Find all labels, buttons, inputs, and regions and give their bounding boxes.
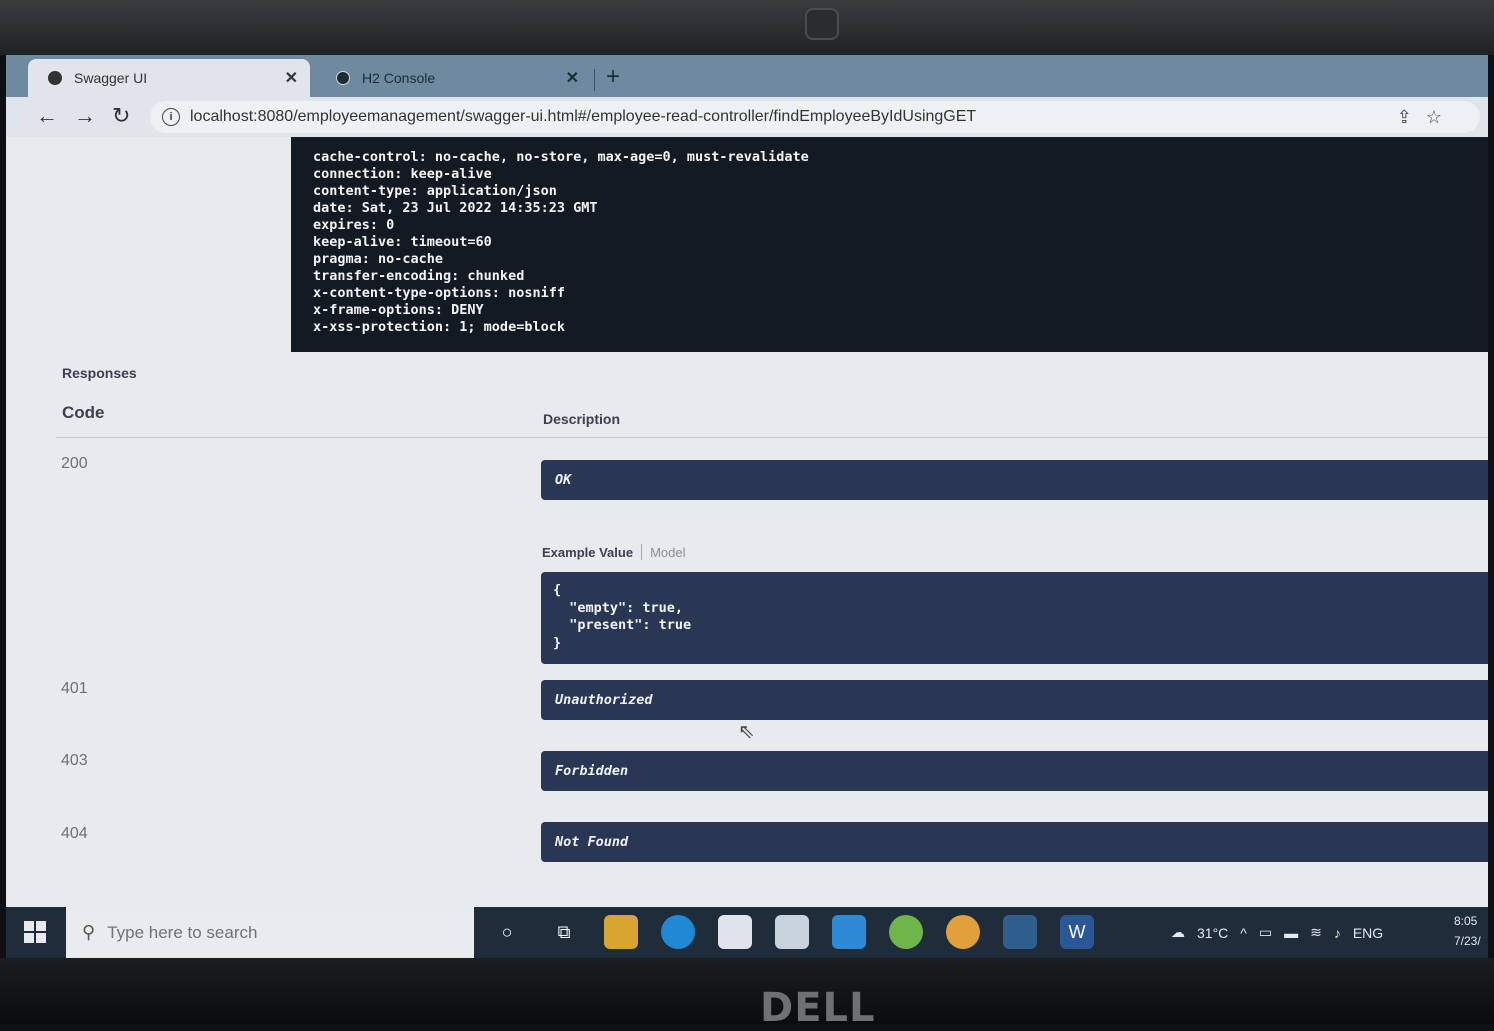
network-icon[interactable]: ▭: [1259, 924, 1272, 941]
header-line: expires: 0: [313, 217, 395, 233]
dell-logo: DELL: [760, 985, 876, 1031]
battery-icon[interactable]: ▬: [1284, 925, 1298, 941]
response-description: Unauthorized: [541, 680, 1488, 720]
tab-divider: [594, 69, 595, 91]
bookmark-star-icon[interactable]: ☆: [1426, 107, 1456, 127]
code-column-header: Code: [62, 403, 105, 422]
description-text: Forbidden: [555, 763, 629, 779]
task-view-icon[interactable]: ⧉: [547, 915, 581, 949]
site-info-icon[interactable]: i: [162, 108, 180, 126]
response-code: 404: [61, 825, 88, 842]
url-text: localhost:8080/employeemanagement/swagge…: [190, 108, 977, 125]
weather-icon[interactable]: ☁: [1171, 924, 1185, 941]
taskbar-search[interactable]: ⚲ Type here to search: [66, 907, 474, 958]
teamviewer-icon[interactable]: [832, 915, 866, 949]
header-line: transfer-encoding: chunked: [313, 268, 525, 284]
taskbar-apps: ○ ⧉ W: [490, 915, 1117, 949]
response-description: Not Found: [541, 822, 1488, 862]
screen: Swagger UI ✕ H2 Console ✕ + ← → ↻ i loca…: [6, 55, 1488, 958]
clock-time: 8:05: [1454, 914, 1478, 928]
swagger-favicon-icon: [48, 71, 62, 85]
close-tab-icon[interactable]: ✕: [285, 68, 298, 88]
header-line: x-xss-protection: 1; mode=block: [313, 319, 565, 335]
system-tray: ☁ 31°C ^ ▭ ▬ ≋ ♪ ENG: [1171, 907, 1395, 958]
tab-swagger-ui[interactable]: Swagger UI ✕: [28, 59, 310, 97]
close-tab-icon[interactable]: ✕: [566, 68, 579, 88]
volume-icon[interactable]: ♪: [1334, 925, 1341, 941]
description-column-header: Description: [543, 411, 621, 427]
share-icon[interactable]: ⇪: [1397, 107, 1426, 127]
forward-arrow-icon[interactable]: →: [74, 103, 96, 129]
address-bar[interactable]: i localhost:8080/employeemanagement/swag…: [150, 101, 1480, 133]
tab-example-value[interactable]: Example Value: [542, 545, 633, 560]
cortana-icon[interactable]: ○: [490, 915, 524, 949]
chevron-up-icon[interactable]: ^: [1240, 925, 1247, 941]
example-json: { "empty": true, "present": true }: [553, 582, 691, 652]
windows-start-icon[interactable]: [24, 921, 46, 943]
tab-h2-console[interactable]: H2 Console ✕: [316, 59, 591, 97]
language-indicator[interactable]: ENG: [1353, 925, 1383, 941]
tab-label: H2 Console: [362, 70, 436, 86]
app-icon[interactable]: [1003, 915, 1037, 949]
tab-label: Swagger UI: [74, 70, 148, 86]
weather-temperature[interactable]: 31°C: [1197, 925, 1228, 941]
new-tab-icon[interactable]: +: [606, 63, 620, 91]
omnibox-actions: ⇪☆: [1397, 107, 1456, 128]
tab-separator: [641, 544, 643, 560]
tab-model[interactable]: Model: [650, 545, 685, 560]
response-headers-block: cache-control: no-cache, no-store, max-a…: [291, 137, 1488, 352]
clock-date: 7/23/: [1454, 934, 1481, 948]
response-code: 200: [61, 455, 88, 472]
responses-heading: Responses: [62, 365, 137, 381]
mouse-pointer-icon: ⇖: [738, 721, 755, 743]
browser-tab-strip: Swagger UI ✕ H2 Console ✕ +: [6, 55, 1488, 97]
json-line: "empty": true,: [553, 599, 684, 616]
search-placeholder: Type here to search: [107, 922, 258, 942]
monitor-bezel-top: [0, 0, 1494, 55]
description-text: Unauthorized: [555, 692, 653, 708]
reload-icon[interactable]: ↻: [112, 103, 130, 129]
header-line: content-type: application/json: [313, 183, 557, 199]
spring-tool-icon[interactable]: [889, 915, 923, 949]
response-description: OK: [541, 460, 1488, 500]
browser-toolbar: ← → ↻ i localhost:8080/employeemanagemen…: [6, 97, 1488, 137]
header-line: connection: keep-alive: [313, 166, 492, 182]
response-code: 403: [61, 752, 88, 769]
json-line: }: [553, 634, 562, 651]
response-code: 401: [61, 680, 88, 697]
example-tabs: Example Value Model: [542, 544, 685, 560]
example-value-block: { "empty": true, "present": true }: [541, 572, 1488, 664]
globe-favicon-icon: [336, 71, 350, 85]
chrome-icon[interactable]: [946, 915, 980, 949]
wifi-icon[interactable]: ≋: [1310, 924, 1322, 941]
json-line: {: [553, 582, 562, 598]
notes-icon[interactable]: [775, 915, 809, 949]
back-arrow-icon[interactable]: ←: [36, 103, 58, 129]
description-text: Not Found: [555, 834, 629, 850]
response-description: Forbidden: [541, 751, 1488, 791]
header-line: pragma: no-cache: [313, 251, 444, 267]
json-line: "present": true: [553, 617, 692, 633]
header-line: x-content-type-options: nosniff: [313, 285, 565, 301]
webcam: [805, 8, 839, 40]
file-explorer-icon[interactable]: [604, 915, 638, 949]
table-divider: [56, 437, 1488, 438]
edge-icon[interactable]: [661, 915, 695, 949]
word-icon[interactable]: W: [1060, 915, 1094, 949]
header-line: keep-alive: timeout=60: [313, 234, 492, 250]
header-line: x-frame-options: DENY: [313, 302, 484, 318]
search-icon: ⚲: [82, 922, 96, 942]
store-icon[interactable]: [718, 915, 752, 949]
header-line: date: Sat, 23 Jul 2022 14:35:23 GMT: [313, 200, 598, 216]
description-text: OK: [555, 472, 572, 488]
header-line: cache-control: no-cache, no-store, max-a…: [313, 149, 809, 165]
response-headers-text: cache-control: no-cache, no-store, max-a…: [313, 149, 809, 336]
windows-taskbar: ⚲ Type here to search ○ ⧉ W ☁ 31°C ^ ▭ ▬…: [6, 907, 1488, 958]
monitor-bezel-bottom: DELL: [0, 958, 1494, 1031]
clock[interactable]: 8:05 7/23/: [1454, 911, 1481, 951]
swagger-page: cache-control: no-cache, no-store, max-a…: [6, 137, 1488, 907]
